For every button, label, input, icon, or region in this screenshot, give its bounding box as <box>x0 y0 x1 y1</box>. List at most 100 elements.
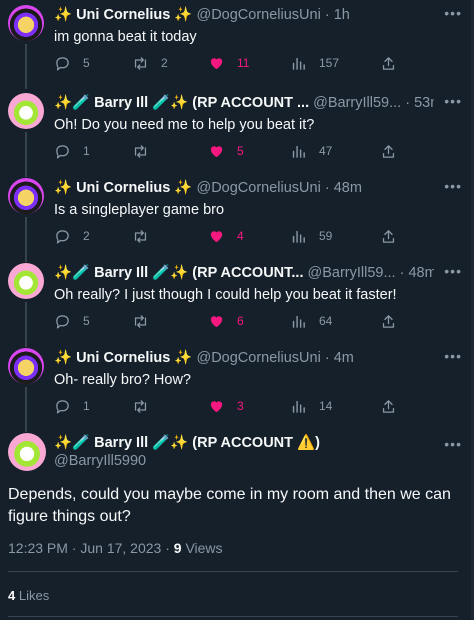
author-handle[interactable]: @DogCorneliusUni <box>196 7 320 23</box>
retweet-button[interactable] <box>132 225 161 247</box>
heart-icon <box>210 315 223 327</box>
author-name[interactable]: ✨🧪 Barry Ill 🧪✨ (RP ACCOUNT... <box>54 265 303 281</box>
tweet-header: ✨ Uni Cornelius ✨ @DogCorneliusUni · 4m <box>54 348 434 368</box>
like-button[interactable]: 6 <box>208 310 244 332</box>
more-icon[interactable]: ••• <box>444 93 462 109</box>
views-icon <box>292 230 305 243</box>
action-bar: 5 2 11 157 <box>54 52 397 74</box>
retweet-button[interactable]: 2 <box>132 52 168 74</box>
share-icon <box>382 144 395 158</box>
share-button[interactable] <box>380 395 397 417</box>
like-button[interactable]: 3 <box>208 395 244 417</box>
views-button[interactable]: 14 <box>290 395 332 417</box>
tweet-text: im gonna beat it today <box>54 29 197 45</box>
author-name[interactable]: ✨ Uni Cornelius ✨ <box>54 350 192 366</box>
tweet-time[interactable]: 48m <box>334 180 362 196</box>
share-button[interactable] <box>380 310 397 332</box>
like-count: 6 <box>237 314 244 328</box>
tweet-time[interactable]: 53m <box>414 95 434 111</box>
retweet-icon <box>134 229 147 243</box>
author-name[interactable]: ✨ Uni Cornelius ✨ <box>54 7 192 23</box>
avatar[interactable] <box>8 263 44 299</box>
reply-tweet[interactable]: ✨ Uni Cornelius ✨ @DogCorneliusUni · 48m… <box>0 173 474 262</box>
reply-count: 5 <box>83 56 90 70</box>
likes-label: Likes <box>15 588 50 603</box>
separator: · <box>395 265 409 281</box>
reply-tweet[interactable]: ✨ Uni Cornelius ✨ @DogCorneliusUni · 1h … <box>0 0 474 89</box>
avatar[interactable] <box>8 93 44 129</box>
reply-tweet[interactable]: ✨🧪 Barry Ill 🧪✨ (RP ACCOUNT ... @BarryIl… <box>0 88 474 177</box>
views-button[interactable]: 59 <box>290 225 332 247</box>
author-handle[interactable]: @BarryIll59... <box>308 265 396 281</box>
heart-icon <box>210 57 223 69</box>
avatar[interactable] <box>8 433 46 471</box>
like-button[interactable]: 5 <box>208 140 244 162</box>
reply-tweet[interactable]: ✨🧪 Barry Ill 🧪✨ (RP ACCOUNT... @BarryIll… <box>0 258 474 347</box>
like-button[interactable]: 4 <box>208 225 244 247</box>
author-name[interactable]: ✨🧪 Barry Ill 🧪✨ (RP ACCOUNT ⚠️) <box>54 433 320 453</box>
divider <box>8 616 458 617</box>
retweet-button[interactable] <box>132 395 161 417</box>
thread-connector <box>25 302 27 347</box>
author-name[interactable]: ✨🧪 Barry Ill 🧪✨ (RP ACCOUNT ... <box>54 95 309 111</box>
like-count: 5 <box>237 144 244 158</box>
divider <box>8 571 458 572</box>
share-button[interactable] <box>380 52 397 74</box>
author-handle[interactable]: @DogCorneliusUni <box>196 350 320 366</box>
tweet-time[interactable]: 4m <box>334 350 354 366</box>
more-icon[interactable]: ••• <box>444 178 462 194</box>
share-button[interactable] <box>380 225 397 247</box>
author-handle[interactable]: @BarryIll59... <box>313 95 401 111</box>
views-icon <box>292 57 305 70</box>
reply-tweet[interactable]: ✨ Uni Cornelius ✨ @DogCorneliusUni · 4m … <box>0 343 474 432</box>
author-handle[interactable]: @BarryIll5990 <box>54 451 146 471</box>
share-icon <box>382 314 395 328</box>
heart-icon <box>210 145 223 157</box>
avatar[interactable] <box>8 5 44 41</box>
like-count: 3 <box>237 399 244 413</box>
views-button[interactable]: 64 <box>290 310 332 332</box>
reply-button[interactable]: 1 <box>54 395 90 417</box>
retweet-icon <box>134 144 147 158</box>
views-button[interactable]: 157 <box>290 52 339 74</box>
views-count: 64 <box>319 314 333 328</box>
views-button[interactable]: 47 <box>290 140 332 162</box>
thread-connector <box>25 217 27 262</box>
more-icon[interactable]: ••• <box>444 436 462 452</box>
tweet-header: ✨🧪 Barry Ill 🧪✨ (RP ACCOUNT... @BarryIll… <box>54 263 434 283</box>
reply-button[interactable]: 5 <box>54 52 90 74</box>
reply-button[interactable]: 1 <box>54 140 90 162</box>
reply-button[interactable]: 2 <box>54 225 90 247</box>
share-icon <box>382 229 395 243</box>
tweet-time[interactable]: 48m <box>408 265 434 281</box>
action-bar: 1 5 47 <box>54 140 397 162</box>
separator: · <box>401 95 415 111</box>
avatar[interactable] <box>8 348 44 384</box>
reply-icon <box>56 144 69 159</box>
like-button[interactable]: 11 <box>208 52 249 74</box>
heart-icon <box>210 230 223 242</box>
more-icon[interactable]: ••• <box>444 348 462 364</box>
likes-summary[interactable]: 4 Likes <box>8 588 49 603</box>
tweet-time[interactable]: 1h <box>334 7 350 23</box>
tweet-timestamp[interactable]: 12:23 PM · Jun 17, 2023 · <box>8 540 174 556</box>
share-button[interactable] <box>380 140 397 162</box>
retweet-button[interactable] <box>132 310 161 332</box>
more-icon[interactable]: ••• <box>444 263 462 279</box>
author-name[interactable]: ✨ Uni Cornelius ✨ <box>54 180 192 196</box>
tweet-header: ✨🧪 Barry Ill 🧪✨ (RP ACCOUNT ... @BarryIl… <box>54 93 434 113</box>
reply-count: 1 <box>83 144 90 158</box>
separator: · <box>320 7 334 23</box>
views-icon <box>292 400 305 413</box>
reply-button[interactable]: 5 <box>54 310 90 332</box>
tweet-text: Oh- really bro? How? <box>54 372 191 388</box>
views-count: 14 <box>319 399 333 413</box>
reply-icon <box>56 229 69 244</box>
retweet-button[interactable] <box>132 140 161 162</box>
author-handle[interactable]: @DogCorneliusUni <box>196 180 320 196</box>
action-bar: 5 6 64 <box>54 310 397 332</box>
avatar[interactable] <box>8 178 44 214</box>
reply-count: 5 <box>83 314 90 328</box>
action-bar: 2 4 59 <box>54 225 397 247</box>
more-icon[interactable]: ••• <box>444 5 462 21</box>
